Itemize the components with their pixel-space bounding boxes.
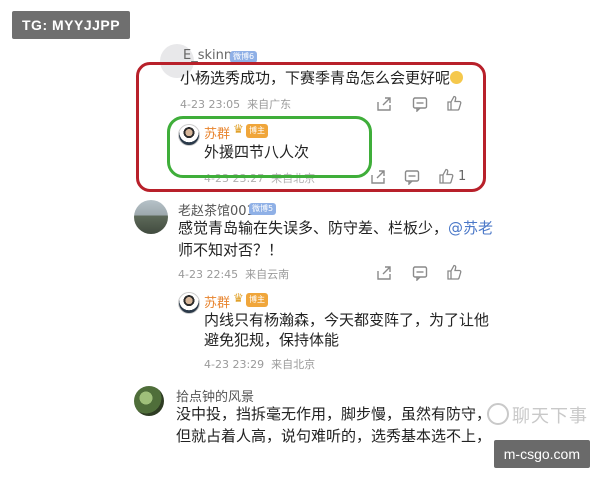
comment-text: 师不知对否？！ [178,241,284,259]
comment-meta: 4-23 22:45 来自云南 [178,268,290,281]
author-badge: 博主 [246,293,268,307]
reply-meta: 4-23 23:29 来自北京 [204,358,316,371]
avatar[interactable] [134,200,168,234]
mention-link[interactable]: @苏老 [448,219,493,237]
watermark: 聊天下事 [487,402,588,428]
reply-text: 避免犯规，保持体能 [204,331,340,349]
avatar[interactable] [134,386,164,416]
comment-text: 但就占着人高，说句难听的，选秀基本选不上， [176,427,492,445]
share-icon[interactable] [376,265,392,281]
wechat-icon [487,403,509,425]
tag-badge: TG: MYYJJPP [12,11,131,39]
comment-text: 感觉青岛输在失误多、防守差、栏板少，@苏老 [178,219,494,237]
avatar[interactable] [178,292,200,314]
highlight-box-green [167,116,372,178]
comment-icon[interactable] [412,265,428,282]
vip-badge: 微博5 [249,203,277,215]
site-badge: m-csgo.com [493,440,590,468]
crown-icon: ♛ [233,291,244,305]
like-icon[interactable] [446,264,462,280]
comment-text: 没中投，挡拆毫无作用，脚步慢，虽然有防守， [176,405,492,423]
